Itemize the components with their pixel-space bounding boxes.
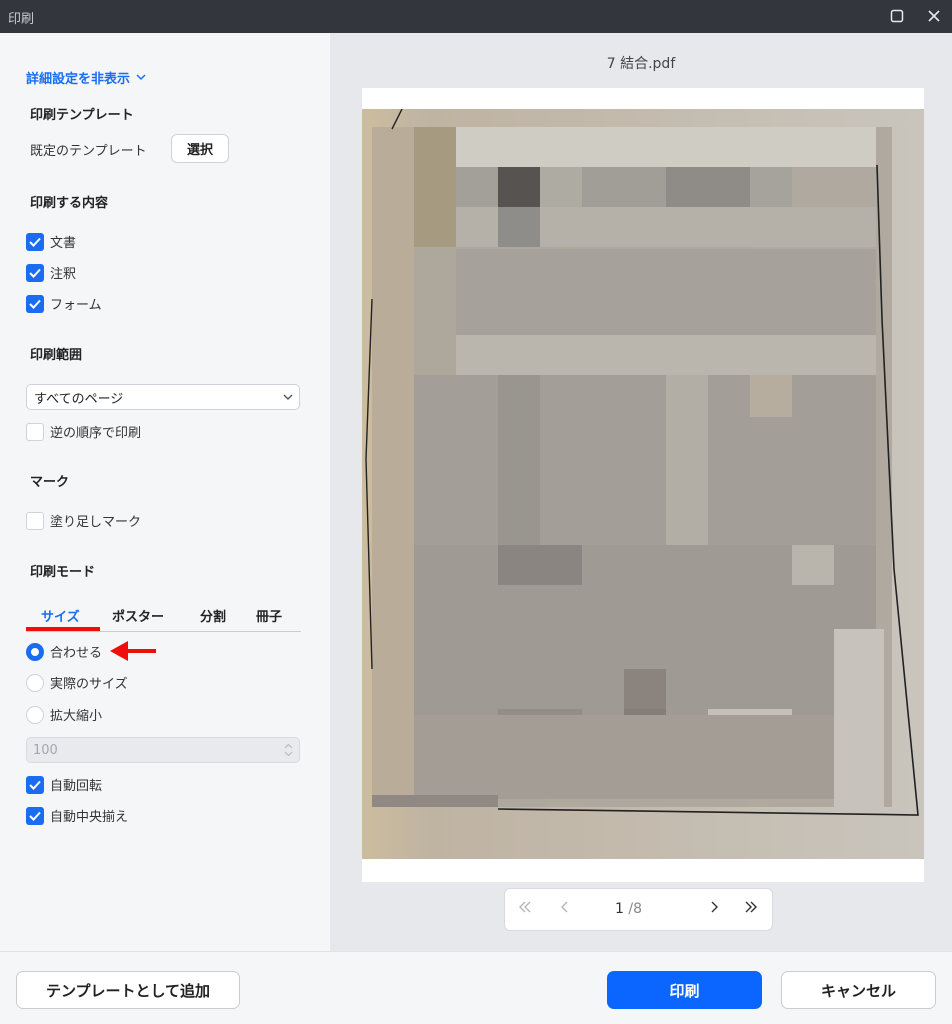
radio-unselected[interactable] — [26, 705, 44, 724]
checkbox-label: 逆の順序で印刷 — [50, 426, 142, 441]
checkbox-label: 自動回転 — [50, 779, 103, 794]
checkbox-auto-rotate[interactable]: 自動回転 — [26, 775, 102, 794]
checkbox-annotations[interactable]: 注釈 — [26, 263, 76, 282]
maximize-icon — [890, 9, 904, 23]
checkbox-auto-center[interactable]: 自動中央揃え — [26, 806, 128, 825]
checkbox-checked[interactable] — [26, 294, 44, 313]
settings-panel: 詳細設定を非表示 印刷テンプレート 既定のテンプレート 選択 印刷する内容 文書… — [0, 33, 330, 951]
checkbox-checked[interactable] — [26, 775, 44, 794]
previous-page-button[interactable] — [555, 899, 575, 917]
checkbox-unchecked[interactable] — [26, 422, 44, 441]
last-page-button[interactable] — [741, 899, 761, 917]
chevron-down-icon — [136, 74, 146, 81]
checkbox-document[interactable]: 文書 — [26, 232, 76, 251]
checkbox-checked[interactable] — [26, 263, 44, 282]
page-indicator: 1 /8 — [615, 901, 642, 917]
range-heading: 印刷範囲 — [30, 348, 83, 363]
toggle-label: 詳細設定を非表示 — [26, 72, 131, 87]
radio-label: 実際のサイズ — [50, 677, 128, 692]
page-range-value: すべてのページ — [34, 391, 124, 407]
scale-value: 100 — [33, 742, 58, 758]
check-icon — [29, 811, 41, 821]
cancel-button[interactable]: キャンセル — [781, 971, 936, 1009]
preview-panel: 7 結合.pdf 1 /8 — [330, 33, 952, 951]
hide-advanced-settings-link[interactable]: 詳細設定を非表示 — [26, 68, 146, 87]
checkbox-label: 文書 — [50, 236, 77, 251]
checkbox-label: 自動中央揃え — [50, 810, 129, 825]
page-preview-image — [362, 109, 924, 859]
radio-fit[interactable]: 合わせる — [26, 642, 102, 661]
chevron-down-icon — [283, 394, 293, 400]
content-heading: 印刷する内容 — [30, 196, 109, 211]
stepper-arrows-icon[interactable] — [284, 742, 293, 758]
window-title: 印刷 — [8, 12, 35, 27]
print-button[interactable]: 印刷 — [607, 971, 762, 1009]
chevron-left-icon — [561, 901, 568, 913]
default-template-label: 既定のテンプレート — [30, 144, 147, 159]
check-icon — [29, 237, 41, 247]
tab-size[interactable]: サイズ — [41, 606, 80, 625]
close-button[interactable] — [922, 5, 946, 27]
checkbox-bleed-marks[interactable]: 塗り足しマーク — [26, 511, 141, 530]
next-page-button[interactable] — [704, 899, 724, 917]
checkbox-forms[interactable]: フォーム — [26, 294, 102, 313]
page-preview — [362, 88, 924, 882]
checkbox-unchecked[interactable] — [26, 511, 44, 530]
radio-selected[interactable] — [26, 642, 44, 661]
check-icon — [29, 780, 41, 790]
template-heading: 印刷テンプレート — [30, 108, 134, 123]
maximize-button[interactable] — [885, 5, 909, 27]
title-bar: 印刷 — [0, 0, 952, 33]
preview-filename: 7 結合.pdf — [606, 56, 676, 72]
radio-actual-size[interactable]: 実際のサイズ — [26, 673, 128, 692]
check-icon — [29, 268, 41, 278]
checkbox-label: フォーム — [50, 298, 102, 313]
chevron-right-icon — [711, 901, 718, 913]
tab-poster[interactable]: ポスター — [112, 606, 164, 625]
page-range-select[interactable]: すべてのページ — [26, 384, 300, 410]
tab-split[interactable]: 分割 — [200, 606, 226, 625]
radio-label: 拡大縮小 — [50, 709, 103, 724]
checkbox-label: 塗り足しマーク — [50, 515, 142, 530]
checkbox-label: 注釈 — [50, 267, 77, 282]
radio-scale[interactable]: 拡大縮小 — [26, 705, 102, 724]
checkbox-checked[interactable] — [26, 806, 44, 825]
checkbox-checked[interactable] — [26, 232, 44, 251]
pixelated-document-image — [362, 109, 924, 859]
current-page: 1 — [615, 901, 624, 917]
checkbox-reverse-order[interactable]: 逆の順序で印刷 — [26, 422, 141, 441]
scale-stepper[interactable]: 100 — [26, 737, 300, 763]
total-pages: /8 — [628, 901, 642, 917]
red-arrow-annotation-icon — [110, 641, 156, 661]
print-mode-heading: 印刷モード — [30, 565, 96, 580]
select-template-button[interactable]: 選択 — [171, 134, 229, 163]
radio-unselected[interactable] — [26, 673, 44, 692]
print-mode-tabs: サイズ ポスター 分割 冊子 — [26, 600, 301, 632]
double-chevron-right-icon — [745, 901, 757, 913]
close-icon — [928, 10, 940, 22]
page-navigator: 1 /8 — [504, 888, 773, 931]
radio-label: 合わせる — [50, 646, 103, 661]
add-as-template-button[interactable]: テンプレートとして追加 — [16, 971, 240, 1009]
dialog-footer: テンプレートとして追加 印刷 キャンセル — [0, 951, 952, 1024]
double-chevron-left-icon — [519, 901, 531, 913]
check-icon — [29, 299, 41, 309]
marks-heading: マーク — [30, 475, 70, 490]
active-tab-underline — [26, 627, 100, 631]
tab-booklet[interactable]: 冊子 — [256, 606, 282, 625]
first-page-button[interactable] — [515, 899, 535, 917]
